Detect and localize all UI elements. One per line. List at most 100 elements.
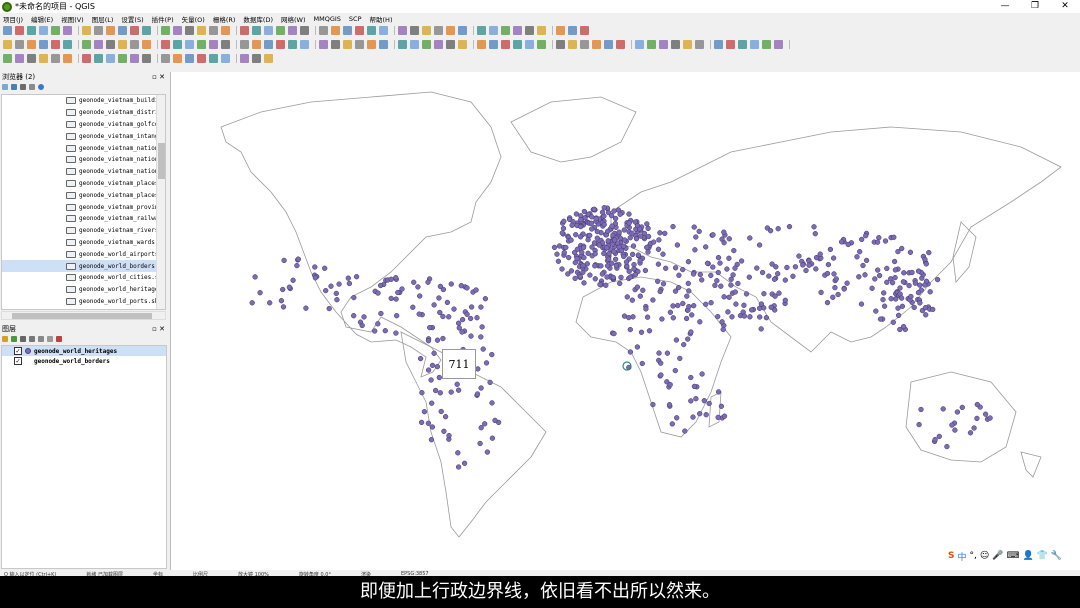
heritage-point[interactable]	[555, 258, 562, 264]
heritage-point[interactable]	[720, 326, 726, 333]
heritage-point[interactable]	[627, 326, 633, 333]
heritage-point[interactable]	[699, 277, 705, 283]
heritage-point[interactable]	[899, 245, 905, 252]
heritage-point[interactable]	[746, 274, 752, 280]
heritage-point[interactable]	[685, 280, 691, 287]
toolbar-tool-icon[interactable]	[221, 54, 230, 63]
heritage-point[interactable]	[353, 274, 360, 280]
heritage-point[interactable]	[703, 412, 709, 418]
toolbar-tool-icon[interactable]	[446, 40, 455, 49]
menu-layer[interactable]: 图层(L)	[92, 14, 114, 24]
heritage-point[interactable]	[606, 250, 612, 257]
heritage-point[interactable]	[680, 266, 686, 273]
toolbar-tool-icon[interactable]	[240, 40, 249, 49]
toolbar-tool-icon[interactable]	[197, 54, 206, 63]
panel-close-icon[interactable]: ▫ ✕	[152, 72, 168, 82]
heritage-point[interactable]	[689, 312, 695, 318]
toolbar-tool-icon[interactable]	[537, 26, 546, 35]
heritage-point[interactable]	[473, 287, 479, 293]
heritage-point[interactable]	[478, 425, 484, 431]
heritage-point[interactable]	[726, 294, 732, 300]
toolbar-tool-icon[interactable]	[209, 54, 218, 63]
toolbar-tool-icon[interactable]	[130, 26, 139, 35]
heritage-point[interactable]	[346, 280, 353, 287]
toolbar-tool-icon[interactable]	[331, 40, 340, 49]
heritage-point[interactable]	[312, 275, 319, 281]
heritage-point[interactable]	[437, 283, 444, 290]
heritage-point[interactable]	[658, 372, 664, 378]
heritage-point[interactable]	[730, 272, 736, 278]
heritage-point[interactable]	[639, 360, 645, 367]
toolbar-tool-icon[interactable]	[477, 40, 486, 49]
heritage-point[interactable]	[660, 281, 667, 287]
heritage-point[interactable]	[633, 236, 640, 242]
heritage-point[interactable]	[708, 272, 714, 279]
toolbar-tool-icon[interactable]	[379, 26, 388, 35]
heritage-point[interactable]	[372, 328, 378, 334]
heritage-point[interactable]	[718, 283, 724, 289]
heritage-point[interactable]	[294, 262, 300, 269]
heritage-point[interactable]	[436, 295, 442, 301]
toolbar-tool-icon[interactable]	[240, 26, 249, 35]
heritage-point[interactable]	[767, 228, 774, 234]
toolbar-tool-icon[interactable]	[398, 40, 407, 49]
heritage-point[interactable]	[825, 261, 832, 268]
toolbar-tool-icon[interactable]	[343, 40, 352, 49]
heritage-point[interactable]	[585, 237, 591, 243]
heritage-point[interactable]	[634, 222, 641, 229]
toolbar-tool-icon[interactable]	[161, 54, 170, 63]
toolbar-tool-icon[interactable]	[683, 40, 692, 49]
heritage-point[interactable]	[759, 269, 766, 276]
toolbar-tool-icon[interactable]	[161, 26, 170, 35]
heritage-point[interactable]	[632, 271, 639, 278]
heritage-point[interactable]	[691, 224, 697, 230]
heritage-point[interactable]	[833, 276, 839, 282]
toolbar-tool-icon[interactable]	[355, 26, 364, 35]
heritage-point[interactable]	[692, 247, 698, 253]
heritage-point[interactable]	[659, 316, 665, 322]
browser-item[interactable]: geonode_vietnam_places	[2, 189, 156, 201]
heritage-point[interactable]	[891, 234, 897, 240]
heritage-point[interactable]	[418, 419, 425, 426]
heritage-point[interactable]	[792, 264, 799, 270]
heritage-point[interactable]	[681, 341, 687, 348]
heritage-point[interactable]	[467, 315, 474, 322]
toolbar-tool-icon[interactable]	[118, 26, 127, 35]
toolbar-tool-icon[interactable]	[39, 26, 48, 35]
heritage-point[interactable]	[577, 273, 583, 280]
heritage-point[interactable]	[874, 239, 881, 245]
heritage-point[interactable]	[629, 251, 636, 258]
browser-item[interactable]: geonode_vietnam_places	[2, 178, 156, 190]
heritage-point[interactable]	[696, 228, 702, 235]
heritage-point[interactable]	[601, 250, 607, 257]
heritage-point[interactable]	[841, 286, 847, 292]
toolbar-tool-icon[interactable]	[568, 26, 577, 35]
heritage-point[interactable]	[610, 274, 616, 281]
heritage-point[interactable]	[645, 249, 651, 255]
heritage-point[interactable]	[889, 280, 896, 286]
heritage-point[interactable]	[568, 237, 574, 243]
heritage-point[interactable]	[336, 281, 342, 287]
heritage-point[interactable]	[718, 403, 725, 409]
heritage-point[interactable]	[359, 322, 365, 329]
heritage-point[interactable]	[663, 265, 669, 271]
heritage-point[interactable]	[561, 218, 567, 224]
heritage-point[interactable]	[677, 355, 683, 362]
heritage-point[interactable]	[686, 303, 692, 310]
heritage-point[interactable]	[782, 277, 788, 283]
toolbar-tool-icon[interactable]	[15, 26, 24, 35]
heritage-point[interactable]	[605, 238, 611, 244]
heritage-point[interactable]	[683, 315, 690, 322]
heritage-point[interactable]	[393, 330, 399, 336]
toolbar-tool-icon[interactable]	[513, 40, 522, 49]
heritage-point[interactable]	[697, 271, 703, 278]
heritage-point[interactable]	[617, 280, 623, 287]
info-icon[interactable]	[38, 84, 44, 90]
heritage-point[interactable]	[267, 300, 273, 306]
heritage-point[interactable]	[909, 269, 915, 276]
heritage-point[interactable]	[766, 273, 772, 279]
heritage-point[interactable]	[578, 216, 584, 223]
heritage-point[interactable]	[634, 344, 641, 350]
heritage-point[interactable]	[763, 315, 770, 321]
ime-voice-icon[interactable]: 🎤	[992, 551, 1003, 561]
